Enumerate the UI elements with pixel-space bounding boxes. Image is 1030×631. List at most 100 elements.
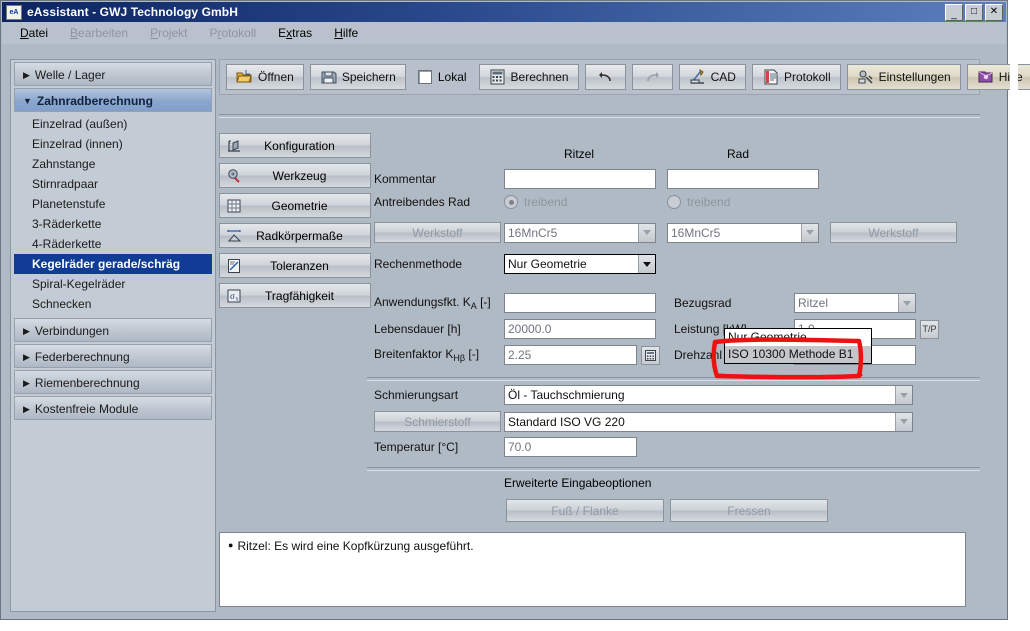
anwendungsfkt-input[interactable] xyxy=(504,293,656,313)
sidebar: ▶Welle / Lager ▼Zahnradberechnung Einzel… xyxy=(10,59,216,612)
tab-konfiguration[interactable]: Konfiguration xyxy=(219,133,371,158)
sidebar-item-4-raederkette[interactable]: 4-Räderkette xyxy=(14,234,212,254)
hilfe-button[interactable]: Hilfe xyxy=(967,64,1030,90)
column-header-ritzel: Ritzel xyxy=(564,147,594,161)
chevron-down-icon[interactable] xyxy=(898,294,915,312)
tab-tragfaehigkeit[interactable]: σx Tragfähigkeit xyxy=(219,283,371,308)
menu-bearbeiten[interactable]: Bearbeiten xyxy=(70,26,128,40)
kommentar-ritzel-input[interactable] xyxy=(504,169,656,189)
breitenfaktor-label: Breitenfaktor KHβ [-] xyxy=(374,347,504,363)
rechenmethode-combo[interactable]: Nur Geometrie xyxy=(504,254,656,274)
chevron-down-icon[interactable] xyxy=(895,386,912,404)
fuss-flanke-button[interactable]: Fuß / Flanke xyxy=(506,499,664,522)
undo-icon xyxy=(597,69,614,85)
sidebar-group-kostenfreie-module[interactable]: ▶Kostenfreie Module xyxy=(14,396,212,420)
chevron-down-icon[interactable] xyxy=(638,224,655,242)
chevron-down-icon[interactable] xyxy=(895,413,912,431)
tab-label: Konfiguration xyxy=(243,139,370,153)
chevron-right-icon: ▶ xyxy=(23,345,30,369)
bezugsrad-value: Ritzel xyxy=(798,294,898,312)
breitenfaktor-unit: [-] xyxy=(468,347,479,361)
sidebar-group-riemenberechnung[interactable]: ▶Riemenberechnung xyxy=(14,370,212,394)
help-book-icon xyxy=(977,69,994,85)
cad-button-label: CAD xyxy=(711,70,736,84)
werkstoff-rad-combo[interactable]: 16MnCr5 xyxy=(667,223,819,243)
sidebar-item-3-raederkette[interactable]: 3-Räderkette xyxy=(14,214,212,234)
folder-open-icon xyxy=(236,69,253,85)
lebensdauer-label: Lebensdauer [h] xyxy=(374,322,504,336)
schmierstoff-button[interactable]: Schmierstoff xyxy=(374,411,501,432)
save-button-label: Speichern xyxy=(342,70,396,84)
rechenmethode-value: Nur Geometrie xyxy=(508,255,638,273)
breitenfaktor-calculator-button[interactable] xyxy=(641,346,660,365)
toolbar-divider xyxy=(219,114,980,118)
antrieb-ritzel-radio[interactable]: treibend xyxy=(504,195,656,209)
menu-bar: Datei Bearbeiten Projekt Protokoll Extra… xyxy=(2,22,1006,44)
chevron-down-icon[interactable] xyxy=(638,255,655,273)
floppy-disk-icon xyxy=(320,69,337,85)
chevron-down-icon[interactable] xyxy=(801,224,818,242)
werkstoff-left-button[interactable]: Werkstoff xyxy=(374,222,501,243)
minimize-button[interactable]: _ xyxy=(945,4,963,21)
berechnen-button[interactable]: Berechnen xyxy=(479,64,579,90)
row-kommentar: Kommentar xyxy=(374,169,819,189)
sidebar-item-einzelrad-innen[interactable]: Einzelrad (innen) xyxy=(14,134,212,154)
anwendungsfkt-label: Anwendungsfkt. KA [-] xyxy=(374,295,504,311)
tab-geometrie[interactable]: Geometrie xyxy=(219,193,371,218)
werkstoff-ritzel-combo[interactable]: 16MnCr5 xyxy=(504,223,656,243)
sidebar-item-spiral-kegelraeder[interactable]: Spiral-Kegelräder xyxy=(14,274,212,294)
menu-datei[interactable]: Datei xyxy=(20,26,48,40)
radio-unselected-icon xyxy=(667,195,681,209)
antrieb-rad-label: treibend xyxy=(687,195,730,209)
save-button[interactable]: Speichern xyxy=(310,64,406,90)
maximize-button[interactable]: □ xyxy=(965,4,983,21)
cad-button[interactable]: CAD xyxy=(679,64,746,90)
fressen-button[interactable]: Fressen xyxy=(670,499,828,522)
menu-projekt[interactable]: Projekt xyxy=(150,26,187,40)
lokal-checkbox[interactable]: Lokal xyxy=(412,70,473,84)
title-bar: eA eAssistant - GWJ Technology GmbH _ □ … xyxy=(2,2,1006,22)
close-button[interactable]: ✕ xyxy=(985,4,1003,21)
antrieb-label: Antreibendes Rad xyxy=(374,195,504,209)
dropdown-option-iso-10300-methode-b1[interactable]: ISO 10300 Methode B1 xyxy=(725,346,871,363)
werkstoff-right-button[interactable]: Werkstoff xyxy=(830,222,957,243)
temperatur-input[interactable]: 70.0 xyxy=(504,437,637,457)
sidebar-group-zahnradberechnung[interactable]: ▼Zahnradberechnung xyxy=(14,88,212,112)
protokoll-button[interactable]: Protokoll xyxy=(752,64,841,90)
sidebar-group-verbindungen[interactable]: ▶Verbindungen xyxy=(14,318,212,342)
bezugsrad-combo[interactable]: Ritzel xyxy=(794,293,916,313)
tab-toleranzen[interactable]: Toleranzen xyxy=(219,253,371,278)
document-icon xyxy=(762,69,779,85)
kommentar-rad-input[interactable] xyxy=(667,169,819,189)
message-text: Ritzel: Es wird eine Kopfkürzung ausgefü… xyxy=(237,539,473,553)
dropdown-option-nur-geometrie[interactable]: Nur Geometrie xyxy=(725,329,871,346)
tab-werkzeug[interactable]: Werkzeug xyxy=(219,163,371,188)
tab-radkoerpermasse[interactable]: Radkörpermaße xyxy=(219,223,371,248)
sidebar-item-label: Einzelrad (außen) xyxy=(32,117,127,131)
schmierungsart-value: Öl - Tauchschmierung xyxy=(508,386,895,404)
sidebar-item-zahnstange[interactable]: Zahnstange xyxy=(14,154,212,174)
menu-hilfe[interactable]: Hilfe xyxy=(334,26,358,40)
row-lebensdauer: Lebensdauer [h] 20000.0 xyxy=(374,319,656,339)
anwendungsfkt-unit: [-] xyxy=(480,295,491,309)
open-button[interactable]: Öffnen xyxy=(226,64,304,90)
sidebar-item-planetenstufe[interactable]: Planetenstufe xyxy=(14,194,212,214)
sidebar-group-federberechnung[interactable]: ▶Federberechnung xyxy=(14,344,212,368)
torque-power-toggle-button[interactable]: T/P xyxy=(920,320,939,339)
undo-button[interactable] xyxy=(585,64,626,90)
open-button-label: Öffnen xyxy=(258,70,294,84)
sidebar-item-kegelraeder-gerade-schraeg[interactable]: Kegelräder gerade/schräg xyxy=(14,254,212,274)
sidebar-item-schnecken[interactable]: Schnecken xyxy=(14,294,212,314)
sidebar-item-stirnradpaar[interactable]: Stirnradpaar xyxy=(14,174,212,194)
antrieb-rad-radio[interactable]: treibend xyxy=(667,195,819,209)
einstellungen-button[interactable]: Einstellungen xyxy=(847,64,961,90)
menu-extras[interactable]: Extras xyxy=(278,26,312,40)
sidebar-item-einzelrad-aussen[interactable]: Einzelrad (außen) xyxy=(14,114,212,134)
schmierungsart-combo[interactable]: Öl - Tauchschmierung xyxy=(504,385,913,405)
breitenfaktor-input[interactable]: 2.25 xyxy=(504,345,637,365)
lebensdauer-input[interactable]: 20000.0 xyxy=(504,319,656,339)
menu-protokoll[interactable]: Protokoll xyxy=(209,26,256,40)
schmierstoff-combo[interactable]: Standard ISO VG 220 xyxy=(504,412,913,432)
redo-button[interactable] xyxy=(632,64,673,90)
sidebar-group-welle-lager[interactable]: ▶Welle / Lager xyxy=(14,62,212,86)
